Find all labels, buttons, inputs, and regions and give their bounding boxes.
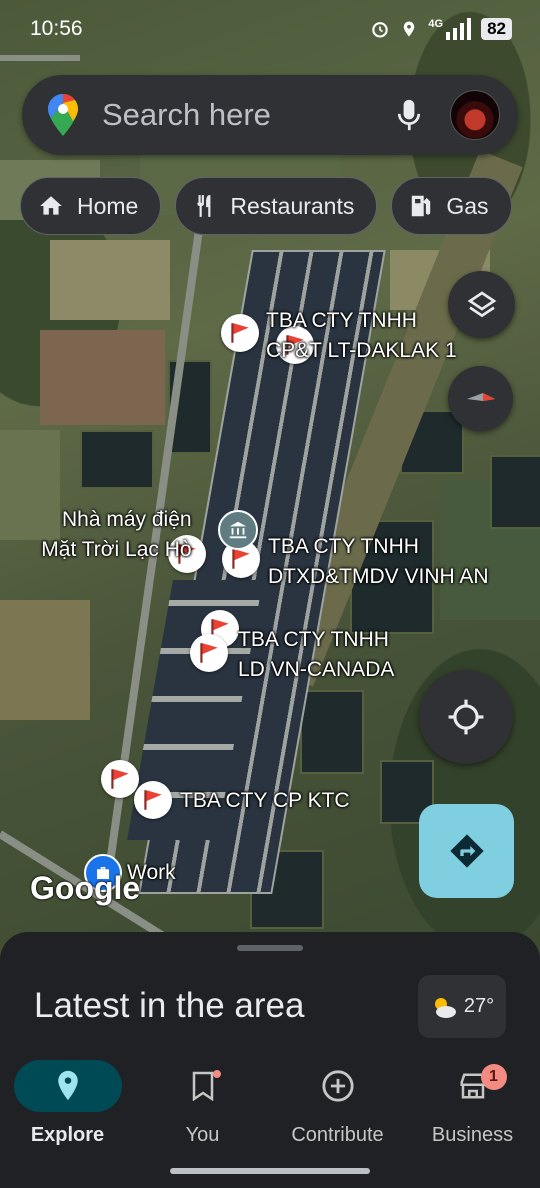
signal-icon: [446, 18, 472, 40]
flag-marker[interactable]: [101, 760, 139, 798]
chip-label: Restaurants: [230, 192, 355, 219]
label-line: TBA CTY TNHH: [238, 628, 389, 651]
gas-station-icon: [412, 195, 431, 217]
flag-marker[interactable]: [190, 634, 228, 672]
home-indicator[interactable]: [170, 1168, 370, 1174]
flag-icon: [200, 643, 218, 663]
map-label-tba-daklak[interactable]: TBA CTY TNHH CP&T LT-DAKLAK 1: [266, 306, 457, 366]
nav-label: Business: [431, 1124, 514, 1146]
nav-contribute[interactable]: Contribute: [270, 1055, 405, 1147]
partly-cloudy-icon: [434, 997, 456, 1018]
flag-marker[interactable]: [221, 314, 259, 352]
map-field: [0, 600, 90, 720]
layers-button[interactable]: [448, 271, 515, 338]
flag-icon: [111, 769, 129, 789]
chip-label: Gas: [446, 192, 489, 219]
map-label-tba-ktc[interactable]: TBA CTY CP KTC: [180, 786, 350, 816]
label-line: DTXD&TMDV VINH AN: [268, 565, 489, 588]
home-icon: [40, 196, 62, 215]
weather-chip[interactable]: 27°: [418, 975, 506, 1038]
map-pond: [300, 690, 364, 774]
label-line: Mặt Trời Lạc Hò: [41, 538, 192, 561]
label-line: TBA CTY TNHH: [266, 309, 417, 332]
flag-marker[interactable]: [134, 781, 172, 819]
network-type: 4G: [428, 18, 444, 30]
account-avatar[interactable]: [450, 90, 500, 140]
flag-icon: [144, 790, 162, 810]
notification-dot: [212, 1070, 221, 1078]
map-pond: [490, 455, 540, 529]
map-pond: [80, 430, 154, 489]
sheet-drag-handle[interactable]: [237, 945, 303, 951]
alarm-icon: [372, 22, 389, 38]
battery-indicator: 82: [481, 18, 512, 40]
google-logo: Google: [30, 870, 141, 906]
weather-temperature: 27°: [463, 995, 495, 1017]
nav-you[interactable]: You: [135, 1055, 270, 1147]
label-line: CP&T LT-DAKLAK 1: [266, 339, 457, 362]
label-line: LD VN-CANADA: [238, 658, 395, 681]
chip-label: Home: [77, 192, 139, 219]
bookmark-icon: [192, 1071, 213, 1101]
map-field: [50, 240, 170, 320]
map-label-tba-canada[interactable]: TBA CTY TNHH LD VN-CANADA: [238, 625, 394, 685]
google-maps-pin-icon: [48, 94, 78, 136]
nav-explore[interactable]: Explore: [0, 1055, 135, 1147]
label-line: TBA CTY TNHH: [268, 535, 419, 558]
chip-home[interactable]: Home: [20, 177, 162, 235]
compass-button[interactable]: [448, 366, 513, 431]
flag-icon: [232, 549, 250, 569]
government-building-icon[interactable]: [218, 510, 258, 550]
map-field: [40, 330, 165, 425]
map-label-power-plant[interactable]: Nhà máy điện Mặt Trời Lạc Hò: [32, 505, 192, 565]
directions-icon: [449, 834, 484, 868]
status-time: 10:56: [30, 17, 83, 40]
map-label-tba-vinh-an[interactable]: TBA CTY TNHH DTXD&TMDV VINH AN: [268, 532, 489, 592]
category-chips: Home Restaurants Gas: [20, 177, 512, 235]
flag-icon: [231, 323, 249, 343]
compass-icon: [466, 392, 495, 401]
layers-icon: [467, 290, 496, 317]
add-circle-icon: [321, 1070, 354, 1102]
business-badge: 1: [480, 1064, 507, 1090]
my-location-button[interactable]: [419, 670, 513, 764]
my-location-icon: [448, 699, 484, 735]
explore-pin-icon: [57, 1070, 78, 1101]
nav-label: Contribute: [291, 1124, 384, 1146]
chip-restaurants[interactable]: Restaurants: [175, 177, 378, 235]
search-bar[interactable]: Search here: [22, 75, 518, 155]
bottom-navigation: Explore You Contribute 1 Business: [0, 1055, 540, 1165]
nav-business[interactable]: 1 Business: [405, 1055, 540, 1147]
label-line: Nhà máy điện: [62, 508, 192, 531]
directions-button[interactable]: [419, 804, 514, 898]
microphone-icon[interactable]: [396, 98, 422, 132]
location-icon: [404, 21, 415, 37]
restaurant-icon: [197, 195, 211, 217]
nav-label: You: [185, 1124, 220, 1146]
status-bar: 10:56 4G 82: [0, 0, 540, 58]
chip-gas[interactable]: Gas: [391, 177, 512, 235]
search-input[interactable]: Search here: [102, 97, 396, 133]
sheet-title: Latest in the area: [34, 986, 305, 1025]
nav-label: Explore: [30, 1124, 105, 1146]
